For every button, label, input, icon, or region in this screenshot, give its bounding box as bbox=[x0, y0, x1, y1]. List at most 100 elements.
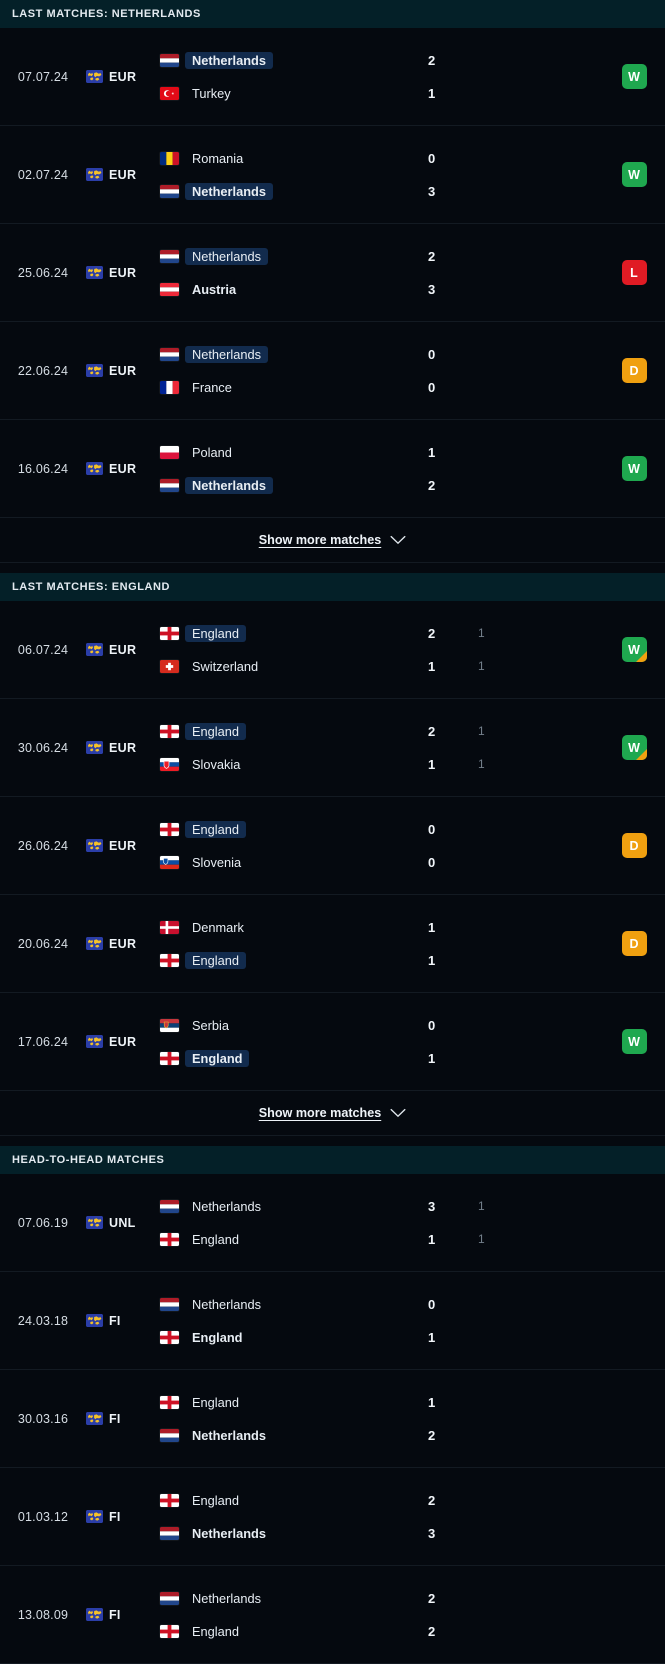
team-name[interactable]: England bbox=[185, 1623, 246, 1640]
match-row[interactable]: 20.06.24 EUR Denmark England 1 1 D bbox=[0, 895, 665, 993]
team-line-home[interactable]: England bbox=[160, 722, 428, 740]
team-line-away[interactable]: Turkey bbox=[160, 85, 428, 102]
competition[interactable]: FI bbox=[86, 1608, 154, 1622]
competition[interactable]: UNL bbox=[86, 1216, 154, 1230]
team-name[interactable]: Netherlands bbox=[185, 247, 269, 265]
team-name[interactable]: Austria bbox=[185, 281, 243, 298]
match-row[interactable]: 01.03.12 FI England Netherlands 2 3 bbox=[0, 1468, 665, 1566]
show-more-label[interactable]: Show more matches bbox=[259, 1106, 381, 1120]
team-line-home[interactable]: England bbox=[160, 1394, 428, 1411]
team-line-home[interactable]: England bbox=[160, 624, 428, 642]
team-name[interactable]: Netherlands bbox=[185, 1427, 273, 1444]
team-line-away[interactable]: Netherlands bbox=[160, 1525, 428, 1542]
show-more-label[interactable]: Show more matches bbox=[259, 533, 381, 547]
team-line-home[interactable]: Netherlands bbox=[160, 1296, 428, 1313]
match-row[interactable]: 30.06.24 EUR England Slovakia 2 1 1 1 W bbox=[0, 699, 665, 797]
team-line-away[interactable]: England bbox=[160, 1329, 428, 1346]
team-line-home[interactable]: England bbox=[160, 820, 428, 838]
team-line-away[interactable]: Netherlands bbox=[160, 476, 428, 494]
competition[interactable]: FI bbox=[86, 1314, 154, 1328]
score-line-away: 1 bbox=[428, 85, 603, 102]
match-row[interactable]: 22.06.24 EUR Netherlands France 0 0 D bbox=[0, 322, 665, 420]
team-line-home[interactable]: Netherlands bbox=[160, 345, 428, 363]
team-line-home[interactable]: Romania bbox=[160, 150, 428, 167]
competition-code: FI bbox=[109, 1313, 121, 1328]
show-more-matches-button[interactable]: Show more matches bbox=[259, 1106, 406, 1120]
team-name[interactable]: Slovakia bbox=[185, 756, 247, 773]
team-name[interactable]: England bbox=[185, 1329, 249, 1346]
team-name[interactable]: Netherlands bbox=[185, 51, 273, 69]
team-line-home[interactable]: Serbia bbox=[160, 1017, 428, 1034]
team-name[interactable]: Netherlands bbox=[185, 1296, 268, 1313]
team-line-away[interactable]: Switzerland bbox=[160, 658, 428, 675]
team-line-away[interactable]: France bbox=[160, 379, 428, 396]
team-name[interactable]: England bbox=[185, 951, 246, 969]
competition[interactable]: EUR bbox=[86, 266, 154, 280]
scores: 12 bbox=[428, 444, 603, 494]
team-name[interactable]: France bbox=[185, 379, 239, 396]
team-name[interactable]: England bbox=[185, 1492, 246, 1509]
match-row[interactable]: 30.03.16 FI England Netherlands 1 2 bbox=[0, 1370, 665, 1468]
competition[interactable]: FI bbox=[86, 1510, 154, 1524]
team-name[interactable]: Netherlands bbox=[185, 345, 269, 363]
competition[interactable]: EUR bbox=[86, 462, 154, 476]
team-name[interactable]: Denmark bbox=[185, 919, 251, 936]
team-name[interactable]: Serbia bbox=[185, 1017, 236, 1034]
team-name[interactable]: Slovenia bbox=[185, 854, 248, 871]
match-row[interactable]: 06.07.24 EUR England Switzerland 2 1 1 1 W bbox=[0, 601, 665, 699]
match-row[interactable]: 16.06.24 EUR Poland Netherlands 1 2 W bbox=[0, 420, 665, 518]
team-name[interactable]: England bbox=[185, 1394, 246, 1411]
match-row[interactable]: 26.06.24 EUR England Slovenia 0 0 D bbox=[0, 797, 665, 895]
team-name[interactable]: Netherlands bbox=[185, 182, 273, 200]
team-name[interactable]: Netherlands bbox=[185, 1198, 268, 1215]
score-main-away: 2 bbox=[428, 1623, 436, 1639]
team-line-away[interactable]: England bbox=[160, 1231, 428, 1248]
competition[interactable]: EUR bbox=[86, 937, 154, 951]
team-line-home[interactable]: England bbox=[160, 1492, 428, 1509]
competition[interactable]: EUR bbox=[86, 70, 154, 84]
team-line-home[interactable]: Netherlands bbox=[160, 1590, 428, 1607]
team-name[interactable]: Romania bbox=[185, 150, 250, 167]
team-name[interactable]: Netherlands bbox=[185, 1590, 268, 1607]
competition[interactable]: FI bbox=[86, 1412, 154, 1426]
team-line-away[interactable]: Slovakia bbox=[160, 756, 428, 773]
team-line-home[interactable]: Denmark bbox=[160, 919, 428, 936]
team-name[interactable]: Netherlands bbox=[185, 1525, 273, 1542]
team-name[interactable]: Poland bbox=[185, 444, 239, 461]
team-line-away[interactable]: England bbox=[160, 1623, 428, 1640]
team-name[interactable]: Netherlands bbox=[185, 476, 273, 494]
team-line-away[interactable]: Slovenia bbox=[160, 854, 428, 871]
result-cell: W bbox=[603, 735, 665, 760]
team-line-home[interactable]: Netherlands bbox=[160, 247, 428, 265]
team-line-home[interactable]: Netherlands bbox=[160, 1198, 428, 1215]
match-row[interactable]: 17.06.24 EUR Serbia England 0 1 W bbox=[0, 993, 665, 1091]
competition[interactable]: EUR bbox=[86, 839, 154, 853]
team-line-away[interactable]: England bbox=[160, 951, 428, 969]
match-row[interactable]: 24.03.18 FI Netherlands England 0 1 bbox=[0, 1272, 665, 1370]
match-row[interactable]: 07.06.19 UNL Netherlands England 3 1 1 1 bbox=[0, 1174, 665, 1272]
competition[interactable]: EUR bbox=[86, 1035, 154, 1049]
team-line-away[interactable]: Austria bbox=[160, 281, 428, 298]
show-more-matches-button[interactable]: Show more matches bbox=[259, 533, 406, 547]
team-line-home[interactable]: Netherlands bbox=[160, 51, 428, 69]
team-line-away[interactable]: Netherlands bbox=[160, 182, 428, 200]
team-name[interactable]: England bbox=[185, 820, 246, 838]
competition[interactable]: EUR bbox=[86, 364, 154, 378]
match-row[interactable]: 02.07.24 EUR Romania Netherlands 0 3 W bbox=[0, 126, 665, 224]
team-name[interactable]: England bbox=[185, 722, 246, 740]
team-name[interactable]: Turkey bbox=[185, 85, 238, 102]
competition[interactable]: EUR bbox=[86, 643, 154, 657]
team-line-away[interactable]: Netherlands bbox=[160, 1427, 428, 1444]
team-name[interactable]: Switzerland bbox=[185, 658, 265, 675]
team-name[interactable]: England bbox=[185, 1231, 246, 1248]
team-name[interactable]: England bbox=[185, 624, 246, 642]
flag-icon-si bbox=[160, 855, 179, 869]
match-row[interactable]: 07.07.24 EUR Netherlands Turkey 2 1 W bbox=[0, 28, 665, 126]
team-name[interactable]: England bbox=[185, 1049, 250, 1067]
match-row[interactable]: 13.08.09 FI Netherlands England 2 2 bbox=[0, 1566, 665, 1664]
competition[interactable]: EUR bbox=[86, 168, 154, 182]
team-line-home[interactable]: Poland bbox=[160, 444, 428, 461]
team-line-away[interactable]: England bbox=[160, 1049, 428, 1067]
match-row[interactable]: 25.06.24 EUR Netherlands Austria 2 3 L bbox=[0, 224, 665, 322]
competition[interactable]: EUR bbox=[86, 741, 154, 755]
